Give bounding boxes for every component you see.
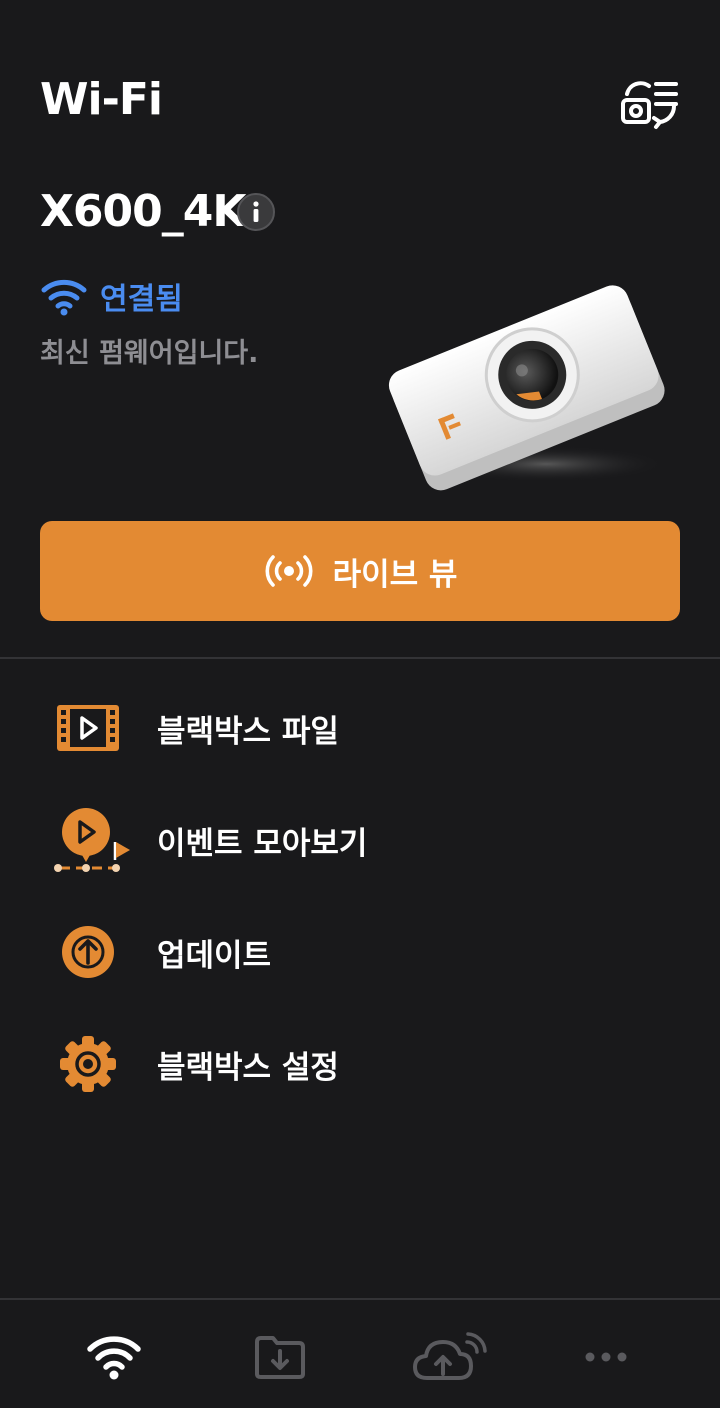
film-play-icon: [50, 690, 126, 766]
broadcast-icon: [265, 555, 313, 587]
device-name: X600_4K: [40, 186, 246, 237]
info-icon: [237, 193, 275, 231]
tab-more[interactable]: [561, 1322, 651, 1392]
upload-arrow-icon: [50, 914, 126, 990]
device-switch-button[interactable]: [616, 74, 682, 130]
wifi-connected-icon: [41, 279, 87, 316]
device-switch-icon: [621, 81, 678, 129]
tab-downloads[interactable]: [235, 1322, 325, 1392]
tab-cloud[interactable]: [404, 1322, 494, 1392]
info-button[interactable]: [236, 192, 276, 232]
section-divider: [0, 657, 720, 659]
menu-item-blackbox-settings[interactable]: 블랙박스 설정: [0, 1014, 720, 1114]
wifi-icon: [87, 1336, 141, 1380]
connection-status-text: 연결됨: [100, 282, 183, 317]
connection-status: 연결됨: [40, 274, 183, 318]
menu-item-blackbox-files[interactable]: 블랙박스 파일: [0, 678, 720, 778]
menu-label: 블랙박스 설정: [157, 1049, 339, 1086]
firmware-status-text: 최신 펌웨어입니다.: [40, 338, 259, 369]
live-view-label: 라이브 뷰: [332, 556, 458, 593]
bottom-nav-divider: [0, 1298, 720, 1300]
more-dots-icon: [585, 1352, 627, 1362]
gear-icon: [50, 1026, 126, 1102]
dashcam-image: [376, 268, 676, 496]
event-timeline-icon: [48, 802, 132, 878]
menu-label: 블랙박스 파일: [157, 713, 339, 750]
page-title: Wi-Fi: [40, 74, 163, 125]
menu-item-update[interactable]: 업데이트: [0, 902, 720, 1002]
folder-download-icon: [255, 1336, 305, 1379]
menu-item-event-collection[interactable]: 이벤트 모아보기: [0, 790, 720, 890]
menu-label: 업데이트: [157, 937, 272, 974]
tab-wifi[interactable]: [69, 1322, 159, 1392]
live-view-button[interactable]: 라이브 뷰: [40, 521, 680, 621]
cloud-upload-icon: [413, 1332, 487, 1380]
menu-label: 이벤트 모아보기: [157, 825, 368, 862]
